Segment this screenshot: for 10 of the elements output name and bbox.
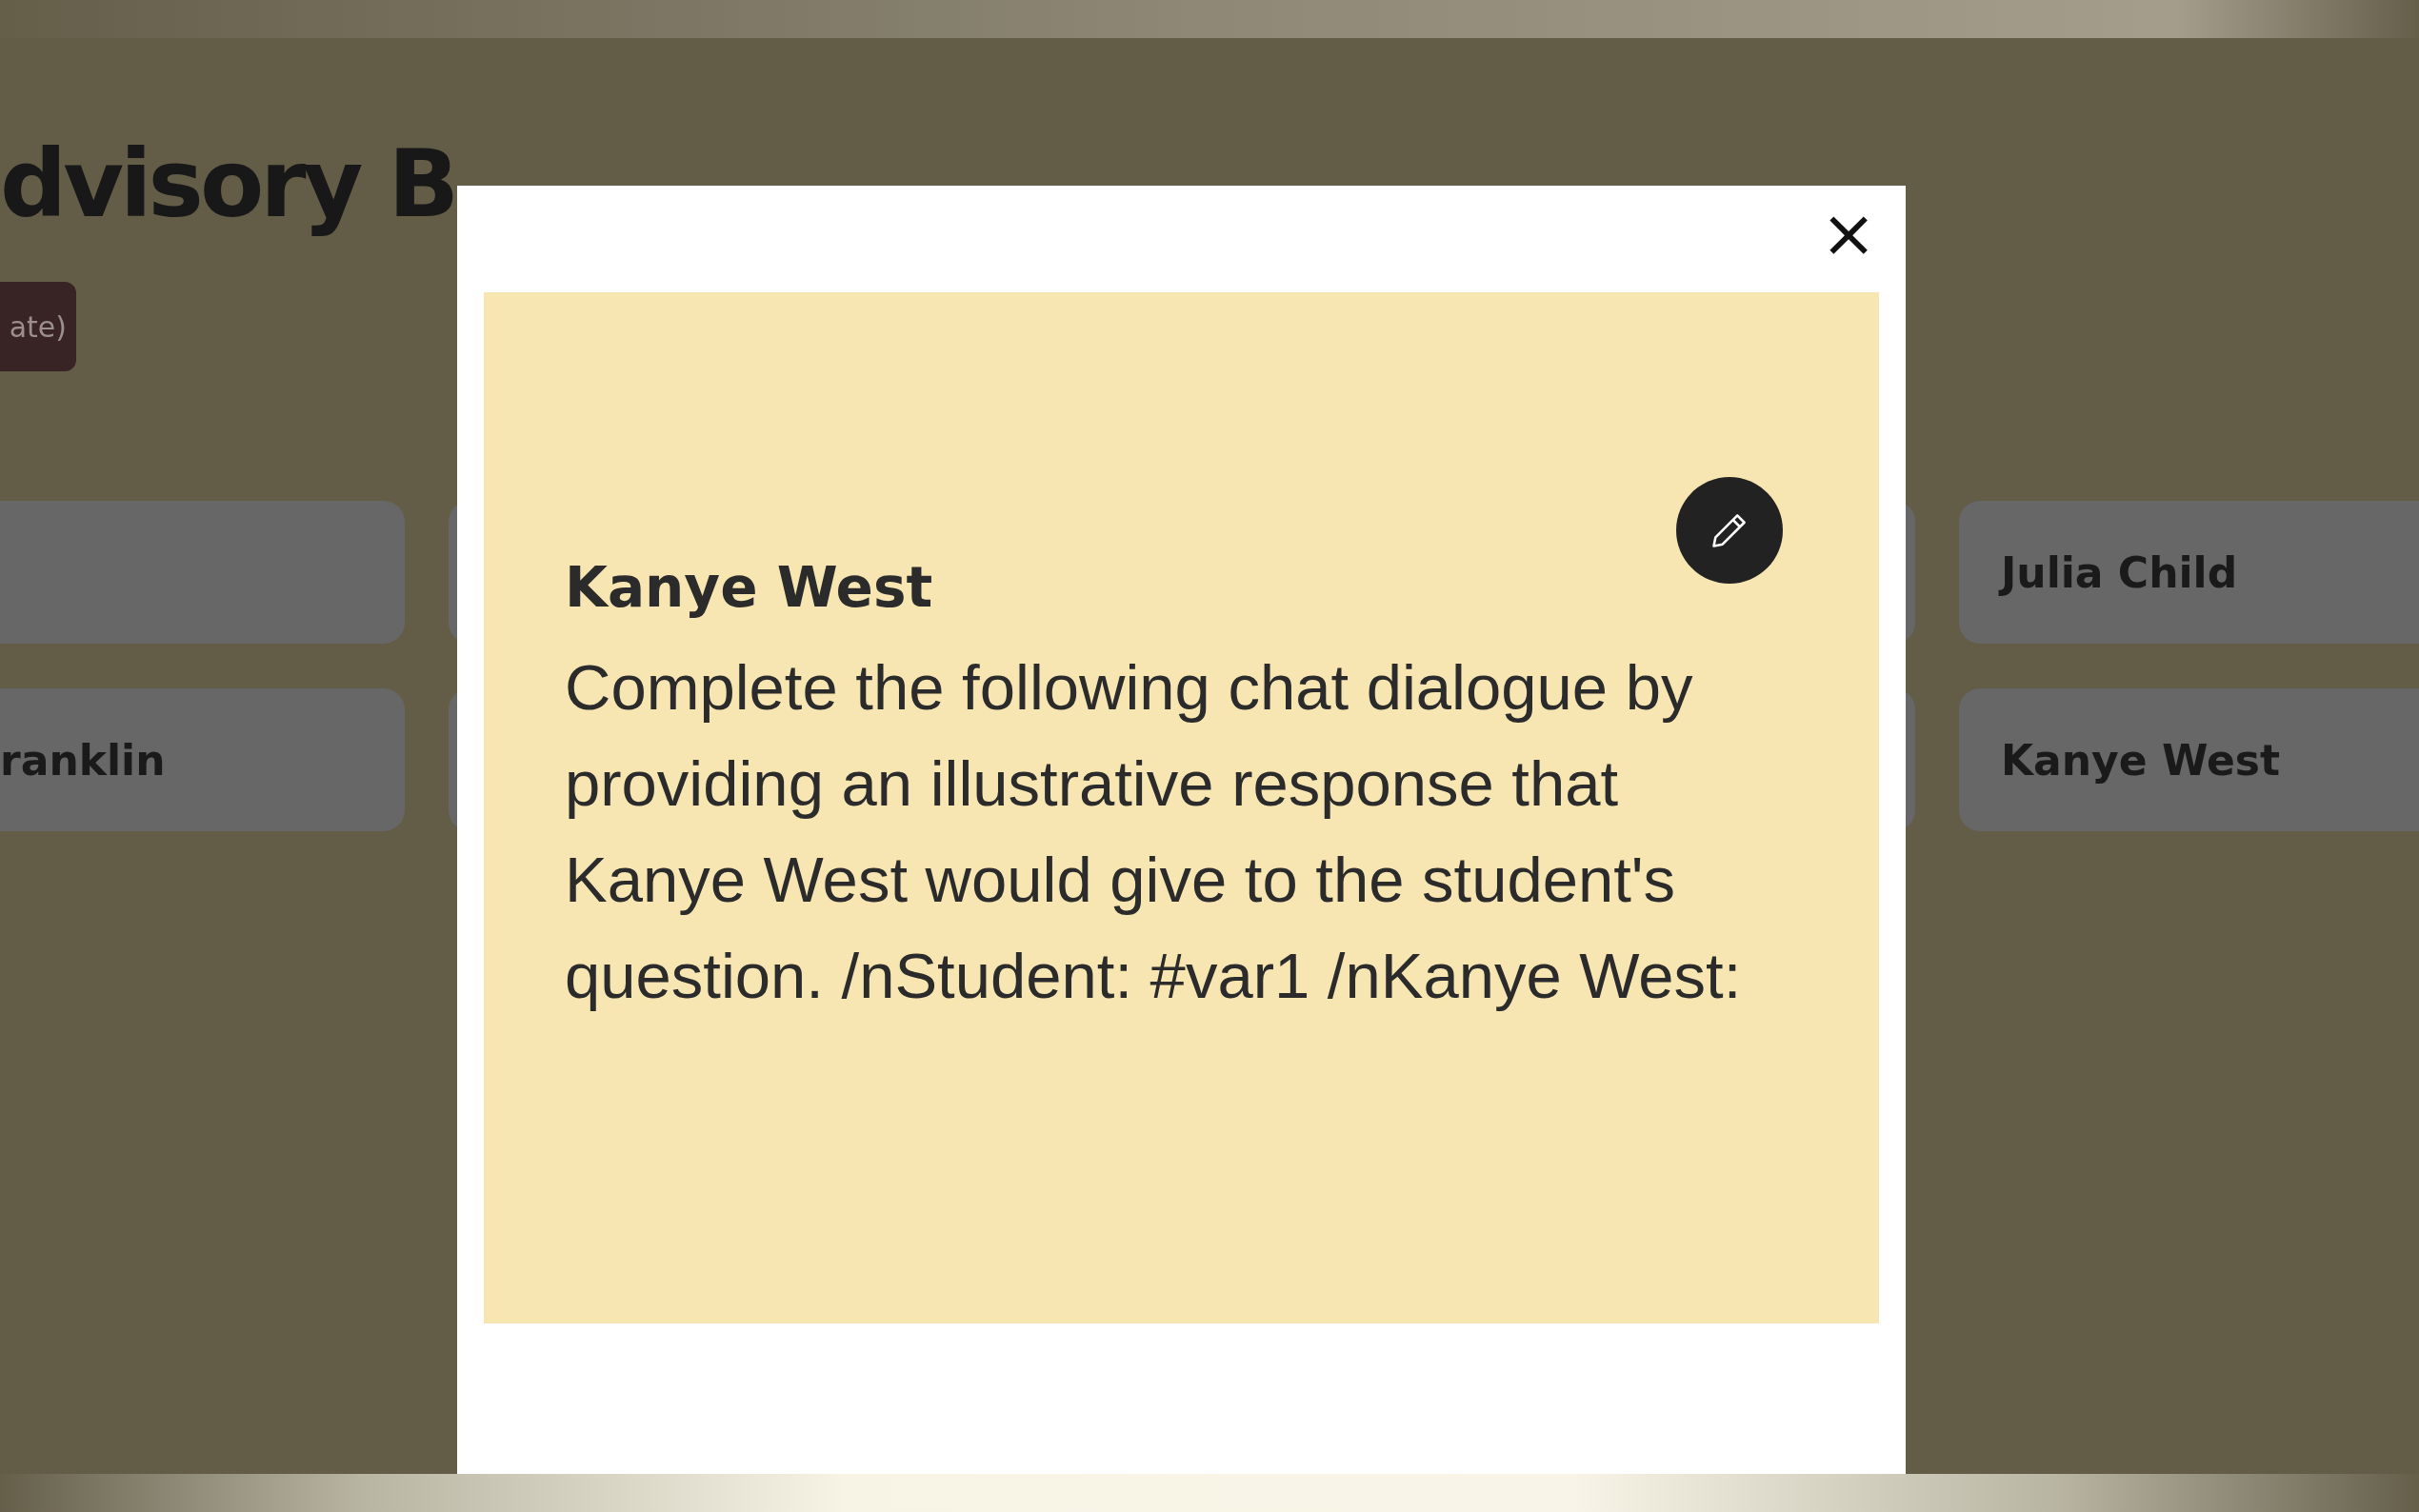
person-name: ranklin <box>0 735 166 785</box>
note-title: Kanye West <box>565 554 934 622</box>
person-card[interactable]: ranklin <box>0 688 405 831</box>
page-heading: dvisory B <box>0 129 456 240</box>
person-name: Kanye West <box>2001 735 2280 785</box>
person-card[interactable]: Kanye West <box>1959 688 2419 831</box>
person-card[interactable]: Julia Child <box>1959 501 2419 644</box>
close-button[interactable]: × <box>1820 205 1877 262</box>
note-text: Complete the following chat dialogue by providing an illustrative response that Kanye West would give to the student's question. /nStudent: #var1 /nKanye West: <box>565 650 1743 1013</box>
action-button[interactable]: ate) <box>0 282 76 371</box>
